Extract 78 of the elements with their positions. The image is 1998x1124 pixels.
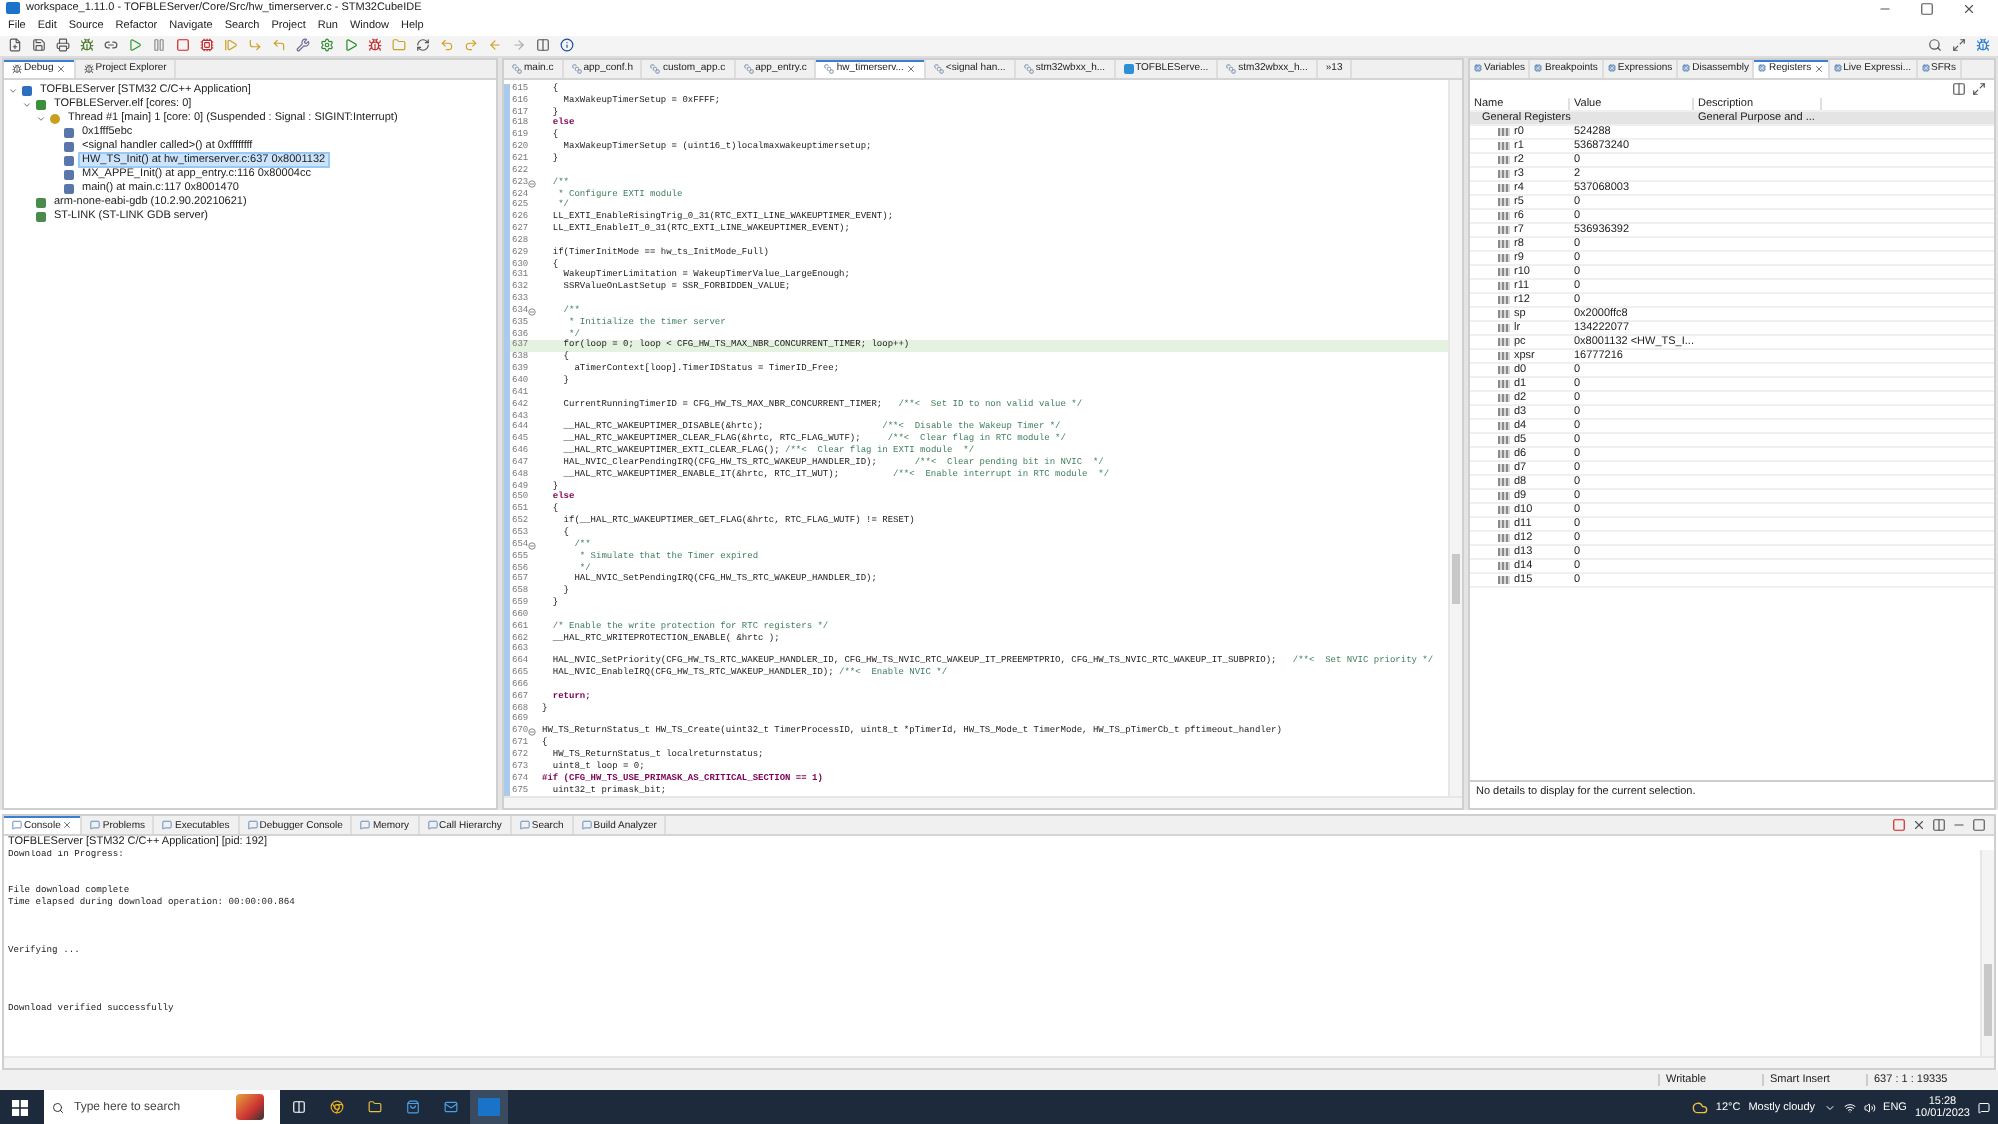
tab-icon [581, 820, 592, 831]
terminate-icon[interactable] [1892, 818, 1906, 833]
tab-icon [1474, 64, 1482, 73]
debug-perspective-icon[interactable] [1976, 38, 1990, 53]
process-icon [36, 99, 46, 110]
new-file-icon[interactable] [8, 38, 22, 53]
scrollbar[interactable] [1448, 79, 1462, 797]
link-icon[interactable] [104, 38, 118, 53]
search-highlight-picture [236, 1094, 264, 1121]
chip-icon[interactable] [200, 38, 214, 53]
volume-icon [1863, 1101, 1876, 1114]
print-icon[interactable] [56, 38, 70, 53]
scrollbar[interactable] [4, 1056, 1994, 1069]
tab-icon [1833, 64, 1842, 73]
cloud-icon [1691, 1099, 1708, 1116]
info-icon[interactable] [560, 38, 574, 53]
notification-icon [1978, 1101, 1990, 1114]
stop-icon[interactable] [176, 38, 190, 53]
wrench-icon[interactable] [296, 38, 310, 53]
tab-icon [360, 820, 371, 831]
tab-icon [1758, 64, 1767, 73]
refresh-icon[interactable] [416, 38, 430, 53]
step-into-icon[interactable] [248, 38, 262, 53]
thread-icon [50, 113, 60, 124]
fold-icon[interactable] [528, 307, 537, 316]
fold-icon[interactable] [528, 541, 537, 550]
save-icon[interactable] [32, 38, 46, 53]
launch-icon [1123, 63, 1134, 74]
folder-icon[interactable] [368, 1100, 382, 1115]
app-logo-icon [6, 2, 20, 15]
expand-icon[interactable] [8, 85, 18, 96]
maximize-icon[interactable] [1920, 1, 1934, 16]
bug-icon[interactable] [80, 38, 94, 53]
chevron-icon [1823, 1101, 1836, 1114]
tab-icon [1921, 64, 1929, 73]
expand-icon[interactable] [36, 113, 46, 124]
run-icon[interactable] [344, 38, 358, 53]
panel-icon[interactable] [536, 38, 550, 53]
expand-icon[interactable] [22, 99, 32, 110]
tab-icon [1682, 64, 1691, 73]
scrollbar[interactable] [1980, 850, 1994, 1057]
fold-icon[interactable] [528, 728, 537, 737]
gear-icon[interactable] [320, 38, 334, 53]
layout-icon[interactable] [1932, 818, 1946, 833]
expand-icon[interactable] [1972, 81, 1986, 96]
search-icon [52, 1101, 64, 1114]
tab-icon [12, 63, 22, 74]
redo-icon[interactable] [464, 38, 478, 53]
fold-icon[interactable] [528, 179, 537, 188]
scrollbar[interactable] [504, 796, 1462, 809]
resume-icon[interactable] [128, 38, 142, 53]
layout-icon[interactable] [1952, 81, 1966, 96]
task-view-icon[interactable] [292, 1100, 306, 1115]
step-return-icon[interactable] [272, 38, 286, 53]
store-icon[interactable] [406, 1100, 420, 1115]
mail-icon[interactable] [444, 1100, 458, 1115]
undo-icon[interactable] [440, 38, 454, 53]
close-icon[interactable] [1962, 1, 1976, 16]
step-icon[interactable] [224, 38, 238, 53]
launch-icon [22, 85, 32, 96]
search-icon[interactable] [1928, 38, 1942, 53]
remove-icon[interactable] [1912, 818, 1926, 833]
tab-icon [519, 820, 530, 831]
tab-icon [427, 820, 437, 831]
network-icon [1843, 1101, 1856, 1114]
pause-icon[interactable] [152, 38, 166, 53]
tab-icon [1607, 64, 1616, 73]
tab-icon [90, 820, 101, 831]
perspective-icon[interactable] [1952, 38, 1966, 53]
debug-icon[interactable] [368, 38, 382, 53]
tab-icon [83, 63, 94, 74]
maximize-icon[interactable] [1972, 818, 1986, 833]
chrome-icon[interactable] [330, 1100, 344, 1115]
tab-icon [162, 820, 173, 831]
tab-icon [247, 820, 258, 831]
windows-logo-icon[interactable] [11, 1099, 27, 1116]
tab-icon [12, 820, 22, 831]
tab-icon [1534, 64, 1543, 73]
